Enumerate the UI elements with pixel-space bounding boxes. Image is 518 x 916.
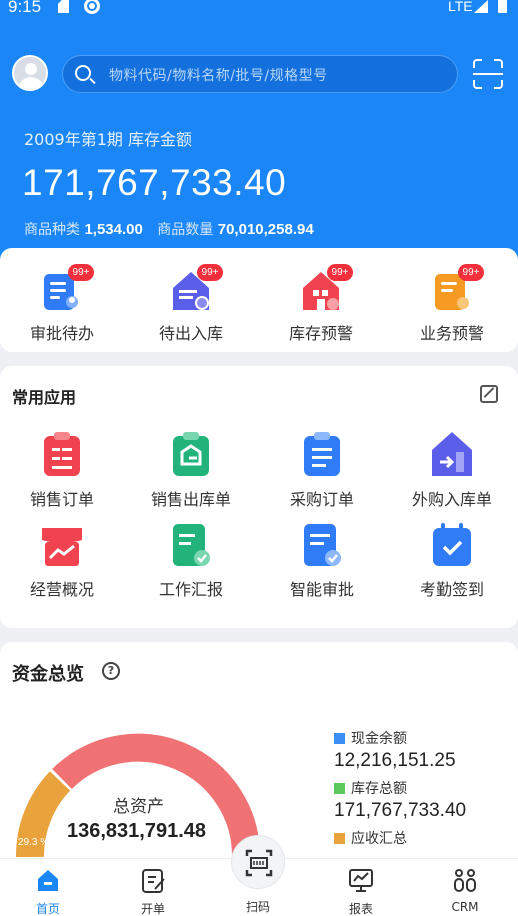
tab-label: 首页 — [35, 902, 60, 916]
quick-action-label: 审批待办 — [29, 324, 94, 343]
legend-value: 171,767,733.40 — [334, 800, 467, 821]
legend-label: 应收汇总 — [351, 831, 407, 847]
inventory-substats: 商品种类 1,534.00 商品数量 70,010,258.94 — [24, 219, 324, 239]
app-label: 销售出库单 — [150, 490, 231, 509]
tab-label: 开单 — [140, 902, 165, 916]
tab-home[interactable]: 首页 — [18, 867, 78, 916]
total-assets-value: 136,831,791.48 — [67, 820, 207, 842]
common-apps-card: 常用应用 销售订单 销售出库单 采购订单 外购入库单 经营概况 工作汇报 智能审… — [0, 366, 518, 628]
app-label: 考勤签到 — [419, 580, 484, 599]
stock-alert-icon: 99+ — [301, 264, 353, 312]
tab-scan[interactable] — [231, 835, 285, 889]
approval-badge: 99+ — [68, 264, 94, 281]
inventory-period-label: 2009年第1期 库存金额 — [24, 130, 192, 149]
signal-icon — [474, 0, 488, 13]
quick-action-approval[interactable]: 99+ 审批待办 — [22, 264, 102, 344]
quick-actions-card: 99+ 审批待办 99+ 待出入库 99+ 库存预警 99+ 业务预警 — [0, 248, 518, 352]
sales-outbound-icon — [169, 430, 213, 478]
network-type: LTE — [448, 0, 473, 14]
sd-card-icon — [58, 0, 69, 13]
tab-create-order[interactable]: 开单 — [123, 867, 183, 916]
legend-swatch — [334, 732, 345, 744]
legend-item: 应收汇总 — [334, 828, 466, 848]
attendance-icon — [430, 520, 474, 568]
app-label: 智能审批 — [289, 580, 354, 599]
total-assets-label: 总资产 — [113, 797, 164, 817]
battery-icon — [498, 0, 507, 13]
scan-icon — [245, 849, 273, 877]
purchase-order-icon — [300, 430, 344, 478]
inventory-amount: 171,767,733.40 — [22, 162, 287, 203]
app-purchase-order[interactable]: 采购订单 — [267, 430, 377, 510]
legend-item: 库存总额 171,767,733.40 — [334, 778, 466, 822]
quick-action-label: 库存预警 — [288, 324, 353, 343]
work-report-icon — [169, 520, 213, 568]
edit-icon[interactable] — [480, 385, 498, 403]
quick-action-label: 待出入库 — [158, 324, 223, 343]
kinds-value: 1,534.00 — [84, 221, 143, 238]
quick-action-business-alert[interactable]: 99+ 业务预警 — [412, 264, 492, 344]
app-label: 经营概况 — [29, 580, 94, 599]
purchase-inbound-icon — [430, 430, 474, 478]
legend-swatch — [334, 832, 345, 844]
tab-report[interactable]: 报表 — [331, 867, 391, 916]
business-overview-icon — [40, 520, 84, 568]
home-icon — [38, 870, 58, 891]
kinds-label: 商品种类 — [24, 222, 80, 238]
sales-order-icon — [40, 430, 84, 478]
help-icon[interactable]: ? — [102, 662, 120, 680]
stock-alert-badge: 99+ — [327, 264, 353, 281]
header: 9:15 LTE 物料代码/物料名称/批号/规格型号 2009年第1期 库存金额… — [0, 0, 518, 275]
business-alert-badge: 99+ — [458, 264, 484, 281]
legend-swatch — [334, 782, 345, 794]
search-icon — [75, 65, 91, 81]
qty-value: 70,010,258.94 — [217, 221, 314, 238]
app-label: 工作汇报 — [158, 580, 223, 599]
chart-legend: 现金余额 12,216,151.25 库存总额 171,767,733.40 应… — [334, 728, 466, 854]
pct-label-receivables: 29.3 % — [18, 837, 49, 848]
report-icon — [349, 869, 373, 892]
approval-todo-icon: 99+ — [42, 264, 94, 312]
app-sales-order[interactable]: 销售订单 — [7, 430, 117, 510]
app-label: 外购入库单 — [411, 490, 492, 509]
app-purchase-inbound[interactable]: 外购入库单 — [397, 430, 507, 510]
funds-title: 资金总览 — [12, 664, 84, 685]
apps-title: 常用应用 — [12, 388, 77, 407]
legend-value: 12,216,151.25 — [334, 750, 456, 771]
tab-scan-label: 扫码 — [245, 900, 270, 914]
warehouse-pending-icon: 99+ — [171, 264, 223, 312]
sync-icon — [84, 0, 100, 14]
status-bar: 9:15 LTE — [0, 0, 518, 20]
avatar[interactable] — [12, 55, 48, 91]
pct-label-other: 37.8 % — [163, 723, 194, 734]
app-smart-approval[interactable]: 智能审批 — [267, 520, 377, 600]
warehouse-badge: 99+ — [197, 264, 223, 281]
quick-action-warehouse[interactable]: 99+ 待出入库 — [151, 264, 231, 344]
legend-label: 库存总额 — [351, 781, 407, 797]
legend-item: 现金余额 12,216,151.25 — [334, 728, 466, 772]
quick-action-stock-alert[interactable]: 99+ 库存预警 — [281, 264, 361, 344]
crm-icon — [454, 869, 476, 892]
app-business-overview[interactable]: 经营概况 — [7, 520, 117, 600]
app-attendance[interactable]: 考勤签到 — [397, 520, 507, 600]
app-work-report[interactable]: 工作汇报 — [136, 520, 246, 600]
app-sales-outbound[interactable]: 销售出库单 — [136, 430, 246, 510]
tab-crm[interactable]: CRM — [435, 867, 495, 914]
smart-approval-icon — [300, 520, 344, 568]
quick-action-label: 业务预警 — [419, 324, 484, 343]
legend-label: 现金余额 — [351, 731, 407, 747]
qty-label: 商品数量 — [157, 222, 214, 238]
app-label: 销售订单 — [29, 490, 94, 509]
app-label: 采购订单 — [289, 490, 354, 509]
status-time: 9:15 — [8, 0, 42, 16]
search-placeholder: 物料代码/物料名称/批号/规格型号 — [109, 68, 328, 84]
business-alert-icon: 99+ — [432, 264, 484, 312]
tab-label: 报表 — [348, 902, 373, 916]
search-bar[interactable]: 物料代码/物料名称/批号/规格型号 — [62, 55, 458, 93]
scan-icon[interactable] — [473, 59, 503, 89]
create-order-icon — [142, 869, 165, 893]
tab-label: CRM — [451, 900, 479, 914]
